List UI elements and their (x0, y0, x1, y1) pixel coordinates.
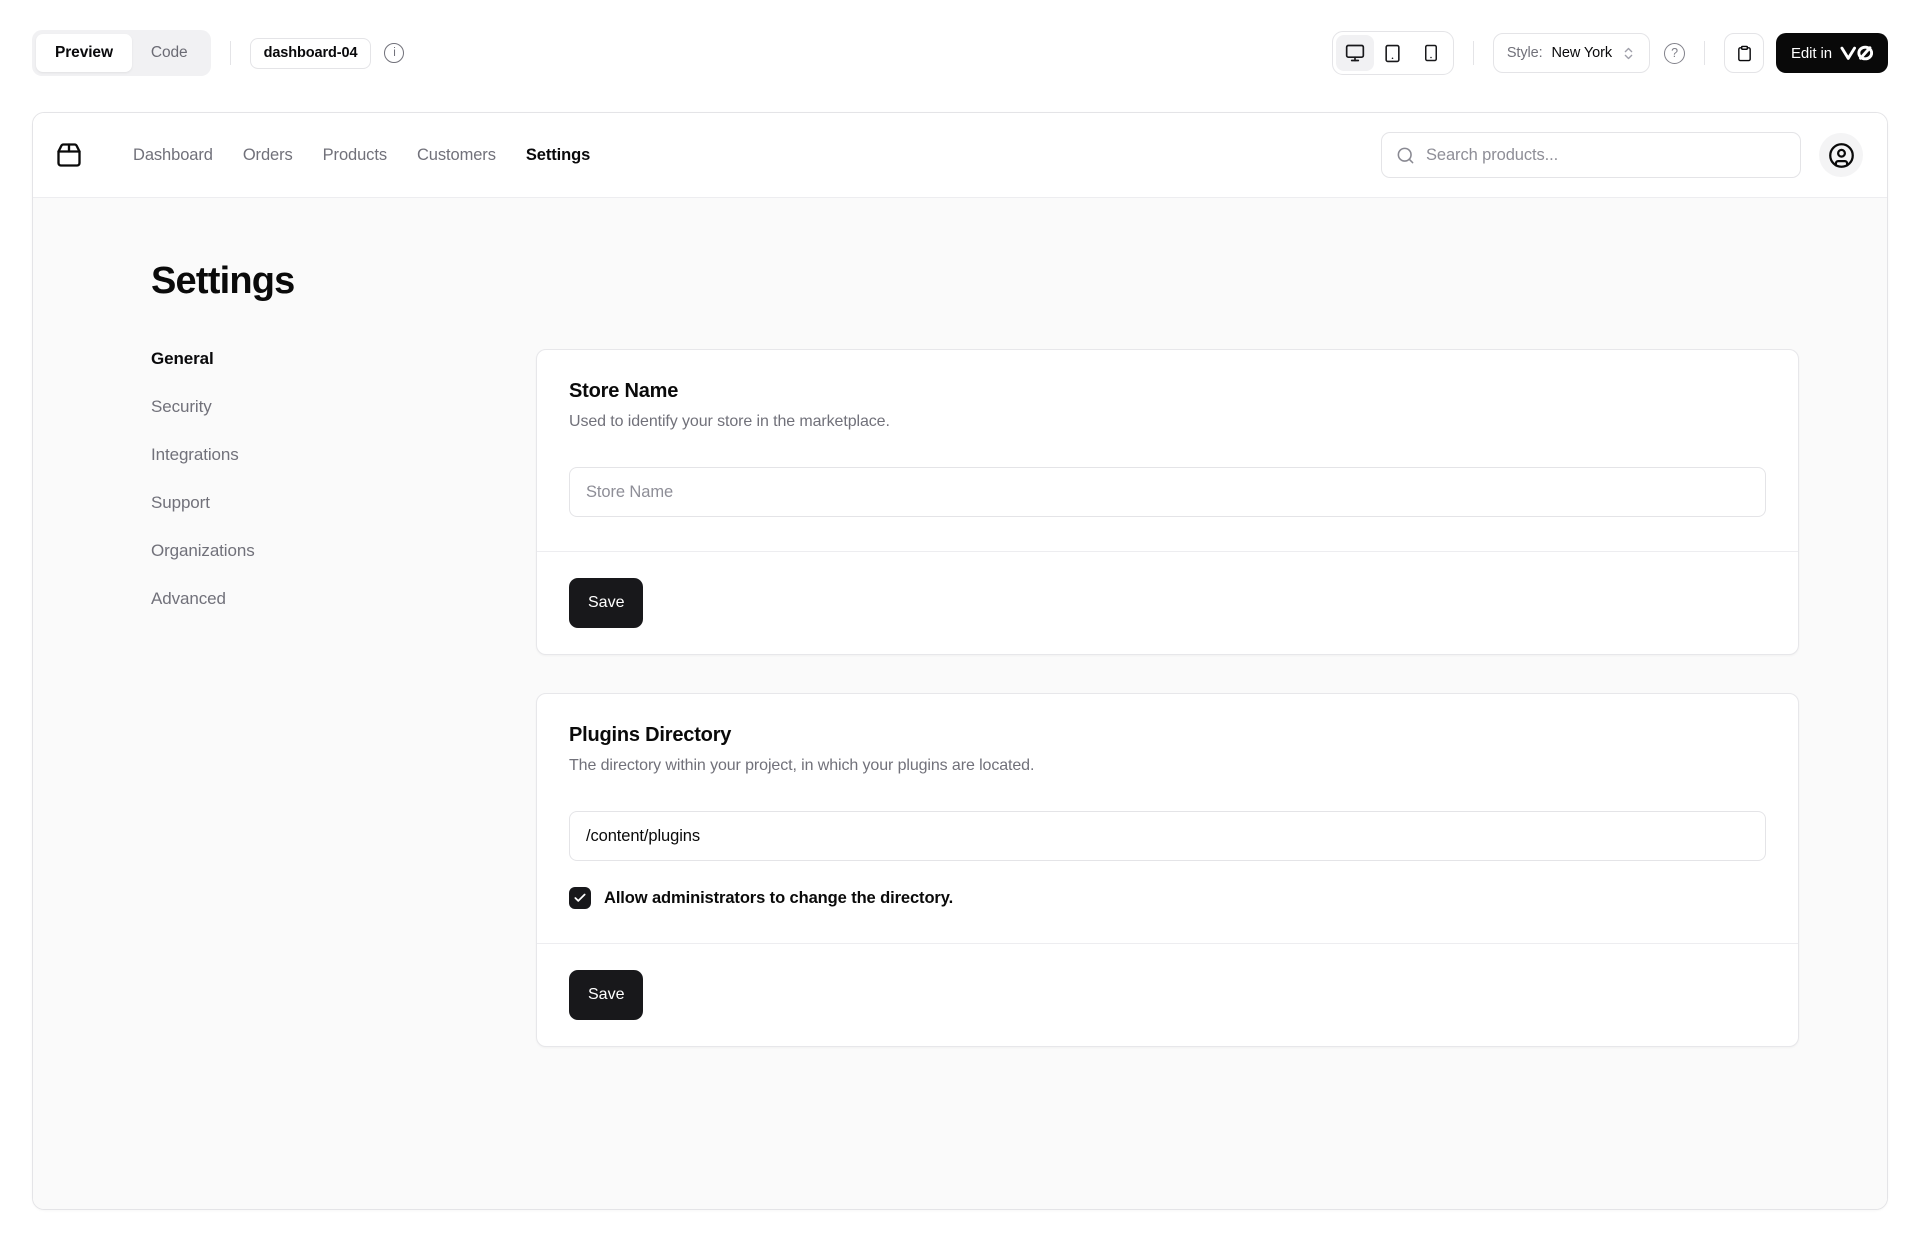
style-select-value: New York (1551, 45, 1613, 61)
sidenav-item-support[interactable]: Support (151, 493, 536, 513)
search-input[interactable] (1426, 145, 1786, 165)
tablet-icon (1383, 44, 1402, 63)
save-store-name-button[interactable]: Save (569, 578, 644, 628)
sidenav-item-organizations[interactable]: Organizations (151, 541, 536, 561)
divider (1472, 41, 1474, 65)
tab-preview[interactable]: Preview (36, 34, 132, 72)
settings-cards: Store Name Used to identify your store i… (536, 349, 1799, 1047)
block-toolbar: Preview Code dashboard-04 i Style: New Y… (32, 30, 1888, 76)
edit-in-v0-label: Edit in (1791, 44, 1832, 62)
monitor-icon (1345, 43, 1365, 63)
nav-link-settings[interactable]: Settings (526, 146, 590, 165)
block-name-badge: dashboard-04 (249, 37, 372, 69)
edit-in-v0-button[interactable]: Edit in (1776, 33, 1888, 73)
sidenav-item-security[interactable]: Security (151, 397, 536, 417)
nav-link-products[interactable]: Products (323, 146, 387, 165)
nav-link-customers[interactable]: Customers (417, 146, 496, 165)
settings-sidenav: General Security Integrations Support Or… (151, 349, 536, 609)
search-icon (1396, 146, 1415, 165)
clipboard-icon (1736, 45, 1753, 62)
sidenav-item-integrations[interactable]: Integrations (151, 445, 536, 465)
product-search (1381, 132, 1801, 178)
block-preview-panel: Dashboard Orders Products Customers Sett… (32, 112, 1888, 1210)
nav-link-dashboard[interactable]: Dashboard (133, 146, 213, 165)
style-select[interactable]: Style: New York (1492, 33, 1650, 73)
device-toggle-group (1331, 31, 1454, 75)
card-title: Plugins Directory (569, 724, 732, 746)
check-icon (573, 891, 587, 905)
user-menu-button[interactable] (1819, 133, 1863, 177)
nav-links: Dashboard Orders Products Customers Sett… (133, 146, 590, 165)
store-name-card: Store Name Used to identify your store i… (536, 349, 1799, 655)
divider (1704, 41, 1705, 65)
plugins-directory-input[interactable] (569, 811, 1766, 861)
view-mode-tabs: Preview Code (32, 30, 211, 76)
tab-code[interactable]: Code (132, 34, 207, 72)
store-navbar: Dashboard Orders Products Customers Sett… (33, 113, 1887, 198)
settings-page: Settings General Security Integrations S… (33, 198, 1887, 1209)
info-icon[interactable]: i (384, 43, 405, 63)
chevrons-up-down-icon (1621, 46, 1636, 61)
card-description: The directory within your project, in wh… (569, 757, 1035, 774)
nav-link-orders[interactable]: Orders (243, 146, 293, 165)
sidenav-item-general[interactable]: General (151, 349, 536, 369)
store-name-input[interactable] (569, 467, 1766, 517)
tablet-view-toggle[interactable] (1374, 35, 1412, 71)
style-select-label: Style: (1506, 45, 1543, 61)
sidenav-item-advanced[interactable]: Advanced (151, 589, 536, 609)
card-footer: Save (537, 551, 1798, 654)
allow-admins-row: Allow administrators to change the direc… (569, 887, 1766, 909)
smartphone-icon (1422, 44, 1440, 62)
divider (229, 41, 231, 65)
mobile-view-toggle[interactable] (1412, 35, 1450, 71)
save-plugins-directory-button[interactable]: Save (569, 970, 644, 1020)
circle-user-icon (1828, 142, 1855, 169)
allow-admins-checkbox[interactable] (569, 887, 591, 909)
plugins-directory-card: Plugins Directory The directory within y… (536, 693, 1799, 1047)
v0-logo-icon (1840, 45, 1873, 61)
help-icon[interactable]: ? (1664, 42, 1685, 64)
card-footer: Save (537, 943, 1798, 1046)
card-title: Store Name (569, 380, 679, 402)
card-description: Used to identify your store in the marke… (569, 413, 890, 430)
page-title: Settings (151, 260, 295, 302)
desktop-view-toggle[interactable] (1335, 35, 1374, 71)
copy-code-button[interactable] (1724, 33, 1764, 73)
store-logo-icon[interactable] (55, 141, 83, 169)
allow-admins-label[interactable]: Allow administrators to change the direc… (604, 889, 953, 908)
